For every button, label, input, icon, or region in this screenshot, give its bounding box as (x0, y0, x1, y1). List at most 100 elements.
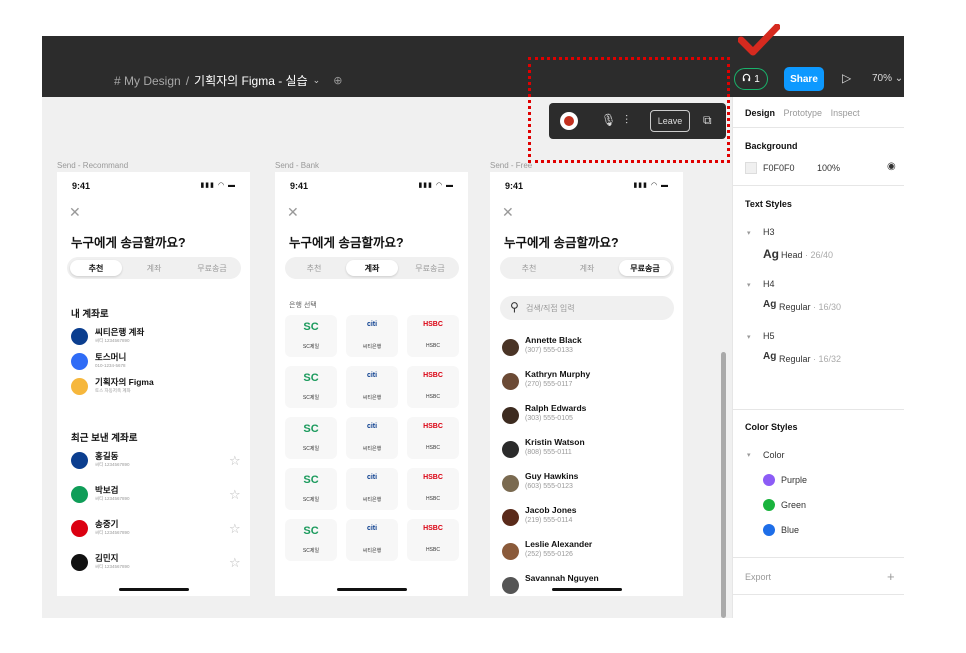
bank-cell[interactable]: SC SC제일 (285, 519, 337, 561)
text-style-group[interactable]: H5 (763, 331, 775, 341)
bank-cell[interactable]: HSBC HSBC (407, 468, 459, 510)
frame-send-recommand[interactable]: 9:41 ▮▮▮ ◠ ▬ ✕ 누구에게 송금할까요? 추천 계좌 무료송금 내 … (57, 172, 250, 596)
contact-item[interactable]: Leslie Alexander (252) 555-0126 (502, 539, 672, 567)
recent-account-item[interactable]: 김민지 씨티 1234567890 ☆ (71, 551, 241, 575)
bank-cell[interactable]: citi 씨티은행 (346, 519, 398, 561)
tab-recommend[interactable]: 추천 (288, 260, 340, 276)
frame-send-bank[interactable]: 9:41 ▮▮▮ ◠ ▬ ✕ 누구에게 송금할까요? 추천 계좌 무료송금 은행… (275, 172, 468, 596)
search-input[interactable]: ⚲ 검색/직접 입력 (500, 296, 674, 320)
frame-label-recommand[interactable]: Send - Recommand (57, 161, 128, 170)
star-icon[interactable]: ☆ (229, 521, 241, 537)
bank-cell[interactable]: SC SC제일 (285, 468, 337, 510)
tab-account[interactable]: 계좌 (346, 260, 398, 276)
close-icon[interactable]: ✕ (69, 204, 81, 221)
contact-phone: (303) 555-0105 (525, 415, 573, 422)
tab-free-transfer[interactable]: 무료송금 (186, 260, 238, 276)
contact-avatar (502, 373, 519, 390)
contact-item[interactable]: Kathryn Murphy (270) 555-0117 (502, 369, 672, 397)
bank-cell[interactable]: HSBC HSBC (407, 315, 459, 357)
account-name: 박보검 (95, 485, 119, 495)
color-swatch[interactable] (763, 474, 775, 486)
contact-item[interactable]: Kristin Watson (808) 555-0111 (502, 437, 672, 465)
star-icon[interactable]: ☆ (229, 555, 241, 571)
chevron-down-icon[interactable]: ▾ (747, 281, 751, 289)
text-style-group[interactable]: H3 (763, 227, 775, 237)
tab-free-transfer[interactable]: 무료송금 (619, 260, 671, 276)
tab-account[interactable]: 계좌 (128, 260, 180, 276)
chevron-down-icon[interactable]: ⌄ (313, 75, 321, 86)
star-icon[interactable]: ☆ (229, 487, 241, 503)
background-opacity[interactable]: 100% (817, 163, 840, 173)
frame-send-free[interactable]: 9:41 ▮▮▮ ◠ ▬ ✕ 누구에게 송금할까요? 추천 계좌 무료송금 ⚲ … (490, 172, 683, 596)
text-style-name[interactable]: Regular (779, 302, 811, 312)
bank-cell[interactable]: citi 씨티은행 (346, 366, 398, 408)
eye-icon[interactable]: ◉ (887, 161, 896, 172)
bank-cell[interactable]: SC SC제일 (285, 417, 337, 459)
text-style-name[interactable]: Head (781, 250, 803, 260)
account-item[interactable]: 토스머니 010-1234-5678 (71, 350, 241, 374)
tab-prototype[interactable]: Prototype (784, 108, 823, 118)
bank-cell[interactable]: citi 씨티은행 (346, 315, 398, 357)
bank-cell[interactable]: SC SC제일 (285, 315, 337, 357)
chevron-down-icon[interactable]: ▾ (747, 229, 751, 237)
file-name[interactable]: 기획자의 Figma - 실습 (194, 72, 308, 89)
star-icon[interactable]: ☆ (229, 453, 241, 469)
bank-logo-icon (71, 520, 88, 537)
recent-account-item[interactable]: 박보검 씨티 1234567890 ☆ (71, 483, 241, 507)
status-icons: ▮▮▮ ◠ ▬ (200, 182, 236, 189)
recent-account-item[interactable]: 송중기 씨티 1234567890 ☆ (71, 517, 241, 541)
add-export-icon[interactable]: + (887, 569, 895, 584)
divider (733, 409, 904, 410)
present-play-icon[interactable]: ▷ (842, 71, 851, 85)
globe-icon[interactable]: ⊕ (333, 74, 342, 87)
tab-recommend[interactable]: 추천 (70, 260, 122, 276)
bank-name: HSBC (426, 343, 440, 349)
background-hex[interactable]: F0F0F0 (763, 163, 795, 173)
canvas-scrollbar[interactable] (721, 352, 726, 618)
tab-recommend[interactable]: 추천 (503, 260, 555, 276)
color-name[interactable]: Blue (781, 525, 799, 535)
audio-huddle-button[interactable]: 1 (734, 68, 768, 90)
contact-item[interactable]: Annette Black (307) 555-0133 (502, 335, 672, 363)
tab-inspect[interactable]: Inspect (831, 108, 860, 118)
color-swatch[interactable] (763, 499, 775, 511)
frame-label-bank[interactable]: Send - Bank (275, 161, 319, 170)
tab-free-transfer[interactable]: 무료송금 (404, 260, 456, 276)
bank-cell[interactable]: SC SC제일 (285, 366, 337, 408)
share-button[interactable]: Share (784, 67, 824, 91)
tab-design[interactable]: Design (745, 108, 775, 118)
panel-tabs: Design Prototype Inspect (745, 108, 866, 118)
recent-account-item[interactable]: 홍길동 씨티 1234567890 ☆ (71, 449, 241, 473)
chevron-down-icon[interactable]: ▾ (747, 451, 751, 459)
frame-label-free[interactable]: Send - Free (490, 161, 532, 170)
color-swatch[interactable] (763, 524, 775, 536)
close-icon[interactable]: ✕ (287, 204, 299, 221)
bank-cell[interactable]: HSBC HSBC (407, 417, 459, 459)
color-group-label[interactable]: Color (763, 450, 785, 460)
contact-phone: (270) 555-0117 (525, 381, 573, 388)
zoom-dropdown[interactable]: 70% ⌄ (872, 73, 903, 84)
project-link[interactable]: # My Design (114, 74, 181, 88)
text-style-group[interactable]: H4 (763, 279, 775, 289)
background-swatch[interactable] (745, 162, 757, 174)
headphones-icon (742, 73, 751, 85)
bank-cell[interactable]: HSBC HSBC (407, 519, 459, 561)
bank-cell[interactable]: citi 씨티은행 (346, 468, 398, 510)
account-item[interactable]: 씨티은행 계좌 씨티 1234567890 (71, 325, 241, 349)
tab-account[interactable]: 계좌 (561, 260, 613, 276)
close-icon[interactable]: ✕ (502, 204, 514, 221)
bank-cell[interactable]: HSBC HSBC (407, 366, 459, 408)
color-name[interactable]: Purple (781, 475, 807, 485)
recent-accounts-heading: 최근 보낸 계좌로 (71, 433, 138, 444)
bank-name: 씨티은행 (362, 548, 382, 554)
contact-item[interactable]: Jacob Jones (219) 555-0114 (502, 505, 672, 533)
contact-item[interactable]: Savannah Nguyen (502, 573, 672, 596)
chevron-down-icon[interactable]: ▾ (747, 333, 751, 341)
bank-name: SC제일 (302, 497, 320, 503)
contact-item[interactable]: Ralph Edwards (303) 555-0105 (502, 403, 672, 431)
account-item[interactable]: 기획자의 Figma 토스 자동저축 계좌 (71, 375, 241, 399)
bank-cell[interactable]: citi 씨티은행 (346, 417, 398, 459)
contact-item[interactable]: Guy Hawkins (603) 555-0123 (502, 471, 672, 499)
text-style-name[interactable]: Regular (779, 354, 811, 364)
color-name[interactable]: Green (781, 500, 806, 510)
